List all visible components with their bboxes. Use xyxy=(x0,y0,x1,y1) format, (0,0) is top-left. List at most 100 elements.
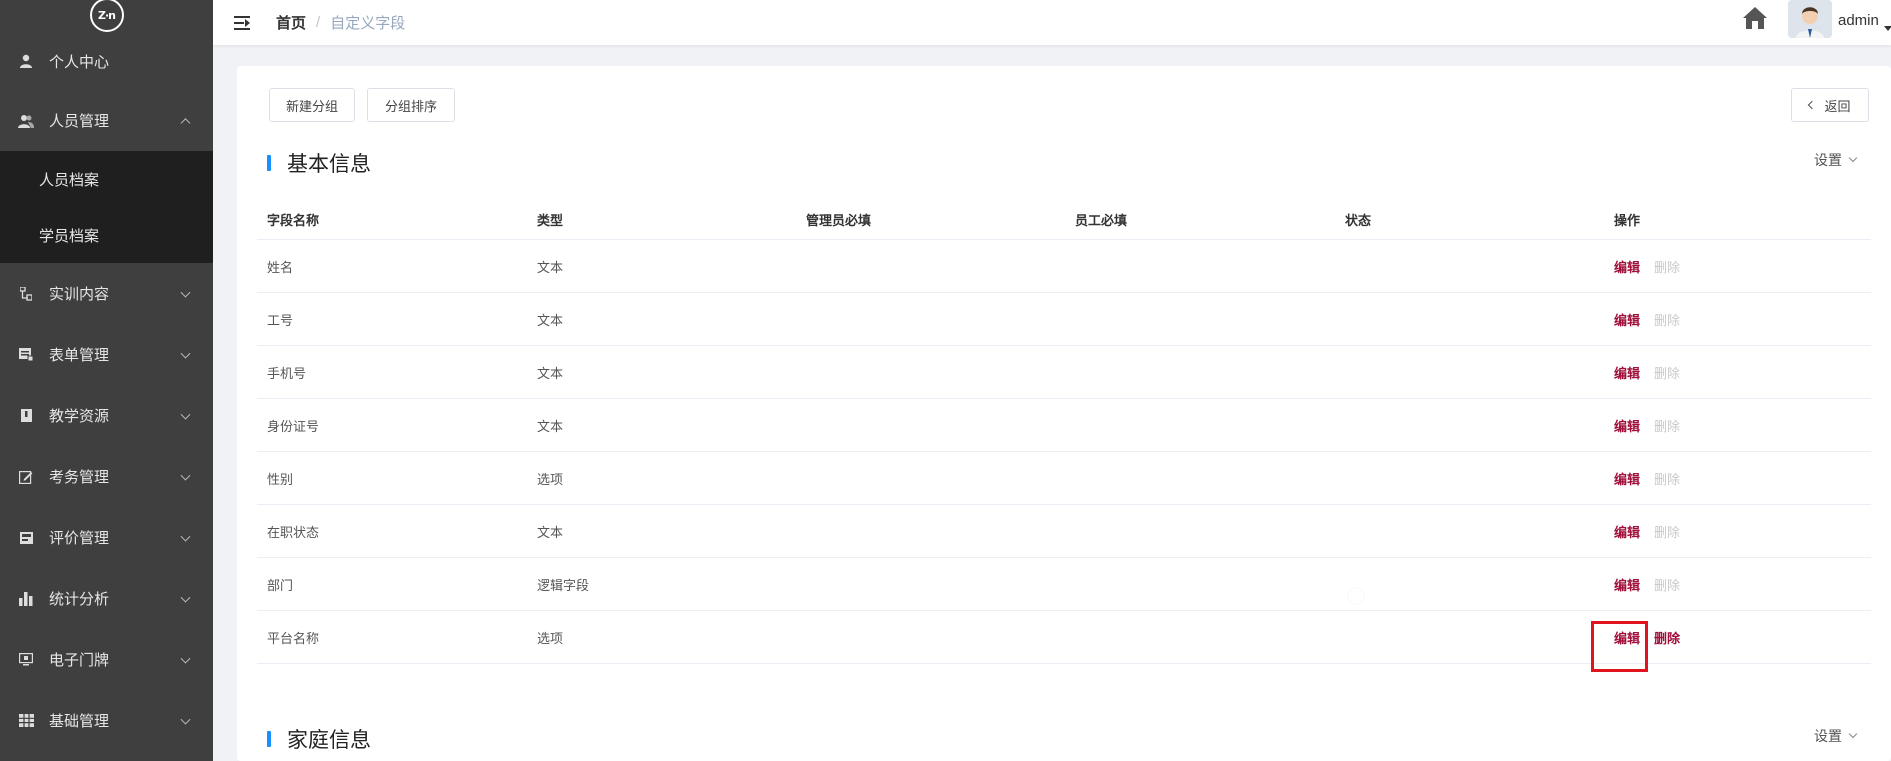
logo-mark: Z·n xyxy=(89,0,124,32)
field-type: 逻辑字段 xyxy=(537,577,590,593)
field-type: 文本 xyxy=(537,418,564,434)
field-name: 部门 xyxy=(267,577,294,593)
delete-link[interactable]: 删除 xyxy=(1654,310,1680,329)
sidebar-subitem-label: 学员档案 xyxy=(39,227,100,245)
fields-table: 字段名称 类型 管理员必填 员工必填 状态 操作 姓名 文本 编辑 删除 工号 文本 编辑删… xyxy=(257,200,1871,664)
breadcrumb-separator: / xyxy=(316,14,321,31)
chevron-up-icon xyxy=(180,117,191,128)
section-accent-bar xyxy=(267,731,271,747)
section-settings-dropdown[interactable]: 设置 xyxy=(1814,726,1858,746)
column-header: 类型 xyxy=(537,213,564,228)
field-name: 工号 xyxy=(267,312,294,328)
home-icon[interactable] xyxy=(1742,6,1768,30)
sidebar-item-label: 实训内容 xyxy=(49,286,110,303)
back-button[interactable]: 返回 xyxy=(1791,88,1869,122)
section-settings-dropdown[interactable]: 设置 xyxy=(1814,150,1858,170)
field-name: 手机号 xyxy=(267,365,307,381)
chevron-down-icon xyxy=(180,531,191,542)
submenu-personnel: 人员档案 学员档案 xyxy=(0,151,213,263)
chevron-down-icon xyxy=(180,470,191,481)
edit-link[interactable]: 编辑 xyxy=(1614,469,1640,488)
field-name: 姓名 xyxy=(267,259,294,275)
field-name: 平台名称 xyxy=(267,630,320,646)
breadcrumb-home[interactable]: 首页 xyxy=(276,12,306,33)
column-header: 状态 xyxy=(1345,213,1372,228)
delete-link[interactable]: 删除 xyxy=(1654,469,1680,488)
sidebar-item-teaching-resources[interactable]: 教学资源 xyxy=(0,385,213,446)
menu-toggle-icon[interactable] xyxy=(234,15,252,30)
edit-link[interactable]: 编辑 xyxy=(1614,310,1640,329)
breadcrumb: 首页 / 自定义字段 xyxy=(276,12,405,33)
edit-icon xyxy=(18,469,34,485)
caret-down-icon[interactable] xyxy=(1884,26,1891,31)
sidebar: Z·n 个人中心 人员管理 人员档案 学员档案 实训内容 表单管理 教学资源 考… xyxy=(0,0,213,761)
sidebar-item-electronic-doorplate[interactable]: 电子门牌 xyxy=(0,629,213,690)
field-type: 文本 xyxy=(537,524,564,540)
field-name: 性别 xyxy=(267,471,294,487)
delete-link[interactable]: 删除 xyxy=(1654,257,1680,276)
sidebar-item-label: 考务管理 xyxy=(49,469,110,486)
group-sort-button[interactable]: 分组排序 xyxy=(367,88,455,122)
chevron-left-icon xyxy=(1808,100,1817,110)
chevron-down-icon xyxy=(180,287,191,298)
sidebar-item-evaluation-management[interactable]: 评价管理 xyxy=(0,507,213,568)
logo: Z·n xyxy=(0,0,213,32)
sidebar-item-form-management[interactable]: 表单管理 xyxy=(0,324,213,385)
edit-link[interactable]: 编辑 xyxy=(1614,363,1640,382)
column-header: 员工必填 xyxy=(1075,213,1128,228)
field-type: 文本 xyxy=(537,312,564,328)
delete-link[interactable]: 删除 xyxy=(1654,416,1680,435)
sidebar-item-training-content[interactable]: 实训内容 xyxy=(0,263,213,324)
delete-link[interactable]: 删除 xyxy=(1654,363,1680,382)
users-icon xyxy=(18,113,34,129)
chevron-down-icon xyxy=(1848,153,1858,163)
avatar[interactable] xyxy=(1788,0,1832,38)
edit-link[interactable]: 编辑 xyxy=(1614,522,1640,541)
delete-link[interactable]: 删除 xyxy=(1654,628,1680,647)
bar-chart-icon xyxy=(18,591,34,607)
edit-link[interactable]: 编辑 xyxy=(1614,575,1640,594)
chevron-down-icon xyxy=(180,653,191,664)
sidebar-subitem-student-records[interactable]: 学员档案 xyxy=(0,207,213,263)
field-type: 选项 xyxy=(537,471,564,487)
sidebar-item-personal-center[interactable]: 个人中心 xyxy=(0,32,213,90)
sidebar-item-personnel-management[interactable]: 人员管理 xyxy=(0,90,213,151)
table-row: 身份证号 文本 编辑 删除 xyxy=(257,399,1871,452)
section-accent-bar xyxy=(267,155,271,171)
section-title-text: 家庭信息 xyxy=(287,729,371,752)
chevron-down-icon xyxy=(180,714,191,725)
delete-link[interactable]: 删除 xyxy=(1654,522,1680,541)
username[interactable]: admin xyxy=(1838,12,1879,29)
settings-label: 设置 xyxy=(1814,728,1842,744)
flow-icon xyxy=(18,286,34,302)
rating-icon xyxy=(18,530,34,546)
field-type: 文本 xyxy=(537,365,564,381)
top-header: 首页 / 自定义字段 xyxy=(213,0,1891,45)
edit-link[interactable]: 编辑 xyxy=(1614,416,1640,435)
sidebar-item-statistics[interactable]: 统计分析 xyxy=(0,568,213,629)
sidebar-item-label: 评价管理 xyxy=(49,530,110,547)
sidebar-item-basic-management[interactable]: 基础管理 xyxy=(0,690,213,751)
breadcrumb-current: 自定义字段 xyxy=(330,15,406,32)
sidebar-item-exam-management[interactable]: 考务管理 xyxy=(0,446,213,507)
sidebar-item-label: 人员管理 xyxy=(49,113,110,130)
sidebar-item-label: 个人中心 xyxy=(49,53,110,71)
table-row: 在职状态 文本 编辑 删除 xyxy=(257,505,1871,558)
sidebar-item-label: 电子门牌 xyxy=(49,652,110,669)
user-icon xyxy=(18,53,34,69)
field-name: 身份证号 xyxy=(267,418,320,434)
sidebar-subitem-personnel-records[interactable]: 人员档案 xyxy=(0,151,213,207)
section-title-basic-info: 基本信息 xyxy=(267,148,371,178)
column-header: 操作 xyxy=(1614,213,1641,228)
new-group-button[interactable]: 新建分组 xyxy=(269,88,355,122)
sidebar-item-label: 表单管理 xyxy=(49,347,110,364)
settings-label: 设置 xyxy=(1814,152,1842,168)
section-title-text: 基本信息 xyxy=(287,153,371,176)
edit-link[interactable]: 编辑 xyxy=(1614,257,1640,276)
sidebar-item-label: 统计分析 xyxy=(49,591,110,608)
book-icon xyxy=(18,408,34,424)
table-header: 字段名称 类型 管理员必填 员工必填 状态 操作 xyxy=(257,200,1871,240)
form-icon xyxy=(18,347,34,363)
monitor-icon xyxy=(18,652,34,668)
delete-link[interactable]: 删除 xyxy=(1654,575,1680,594)
